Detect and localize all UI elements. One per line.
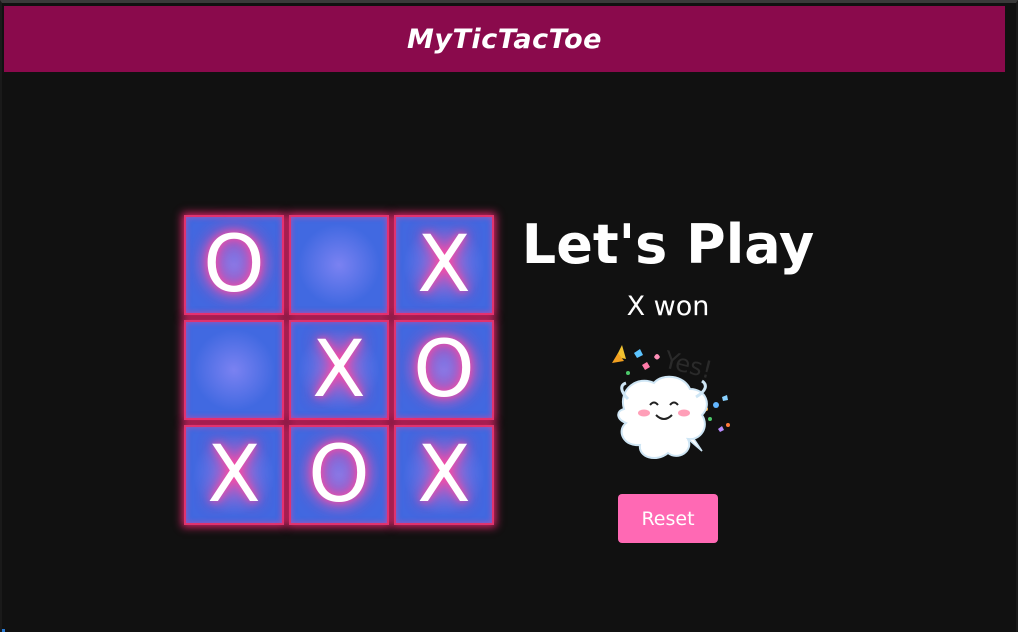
board-cell-4[interactable] [184, 320, 284, 420]
cell-mark: X [417, 430, 471, 520]
board-cell-6[interactable]: O [394, 320, 494, 420]
cell-mark: X [207, 430, 261, 520]
cell-mark: O [203, 220, 265, 310]
board-cell-2[interactable] [289, 215, 389, 315]
app-window: MyTicTacToe O X X O X O X Let's Play X w… [0, 0, 1018, 632]
board-cell-1[interactable]: O [184, 215, 284, 315]
page-heading: Let's Play [521, 213, 815, 276]
app-title: MyTicTacToe [407, 23, 602, 55]
cell-mark: O [413, 325, 475, 415]
cell-mark: O [308, 430, 370, 520]
reset-button[interactable]: Reset [618, 494, 718, 543]
cell-mark: X [312, 325, 366, 415]
board-cell-3[interactable]: X [394, 215, 494, 315]
cheering-ghost-icon: Yes! [612, 345, 730, 460]
app-header: MyTicTacToe [4, 6, 1005, 72]
cell-mark: X [417, 220, 471, 310]
board-cell-5[interactable]: X [289, 320, 389, 420]
game-board: O X X O X O X [184, 215, 496, 527]
board-cell-7[interactable]: X [184, 425, 284, 525]
game-panel: Let's Play X won Yes! [510, 209, 826, 469]
game-status: X won [626, 291, 710, 322]
board-cell-9[interactable]: X [394, 425, 494, 525]
board-cell-8[interactable]: O [289, 425, 389, 525]
